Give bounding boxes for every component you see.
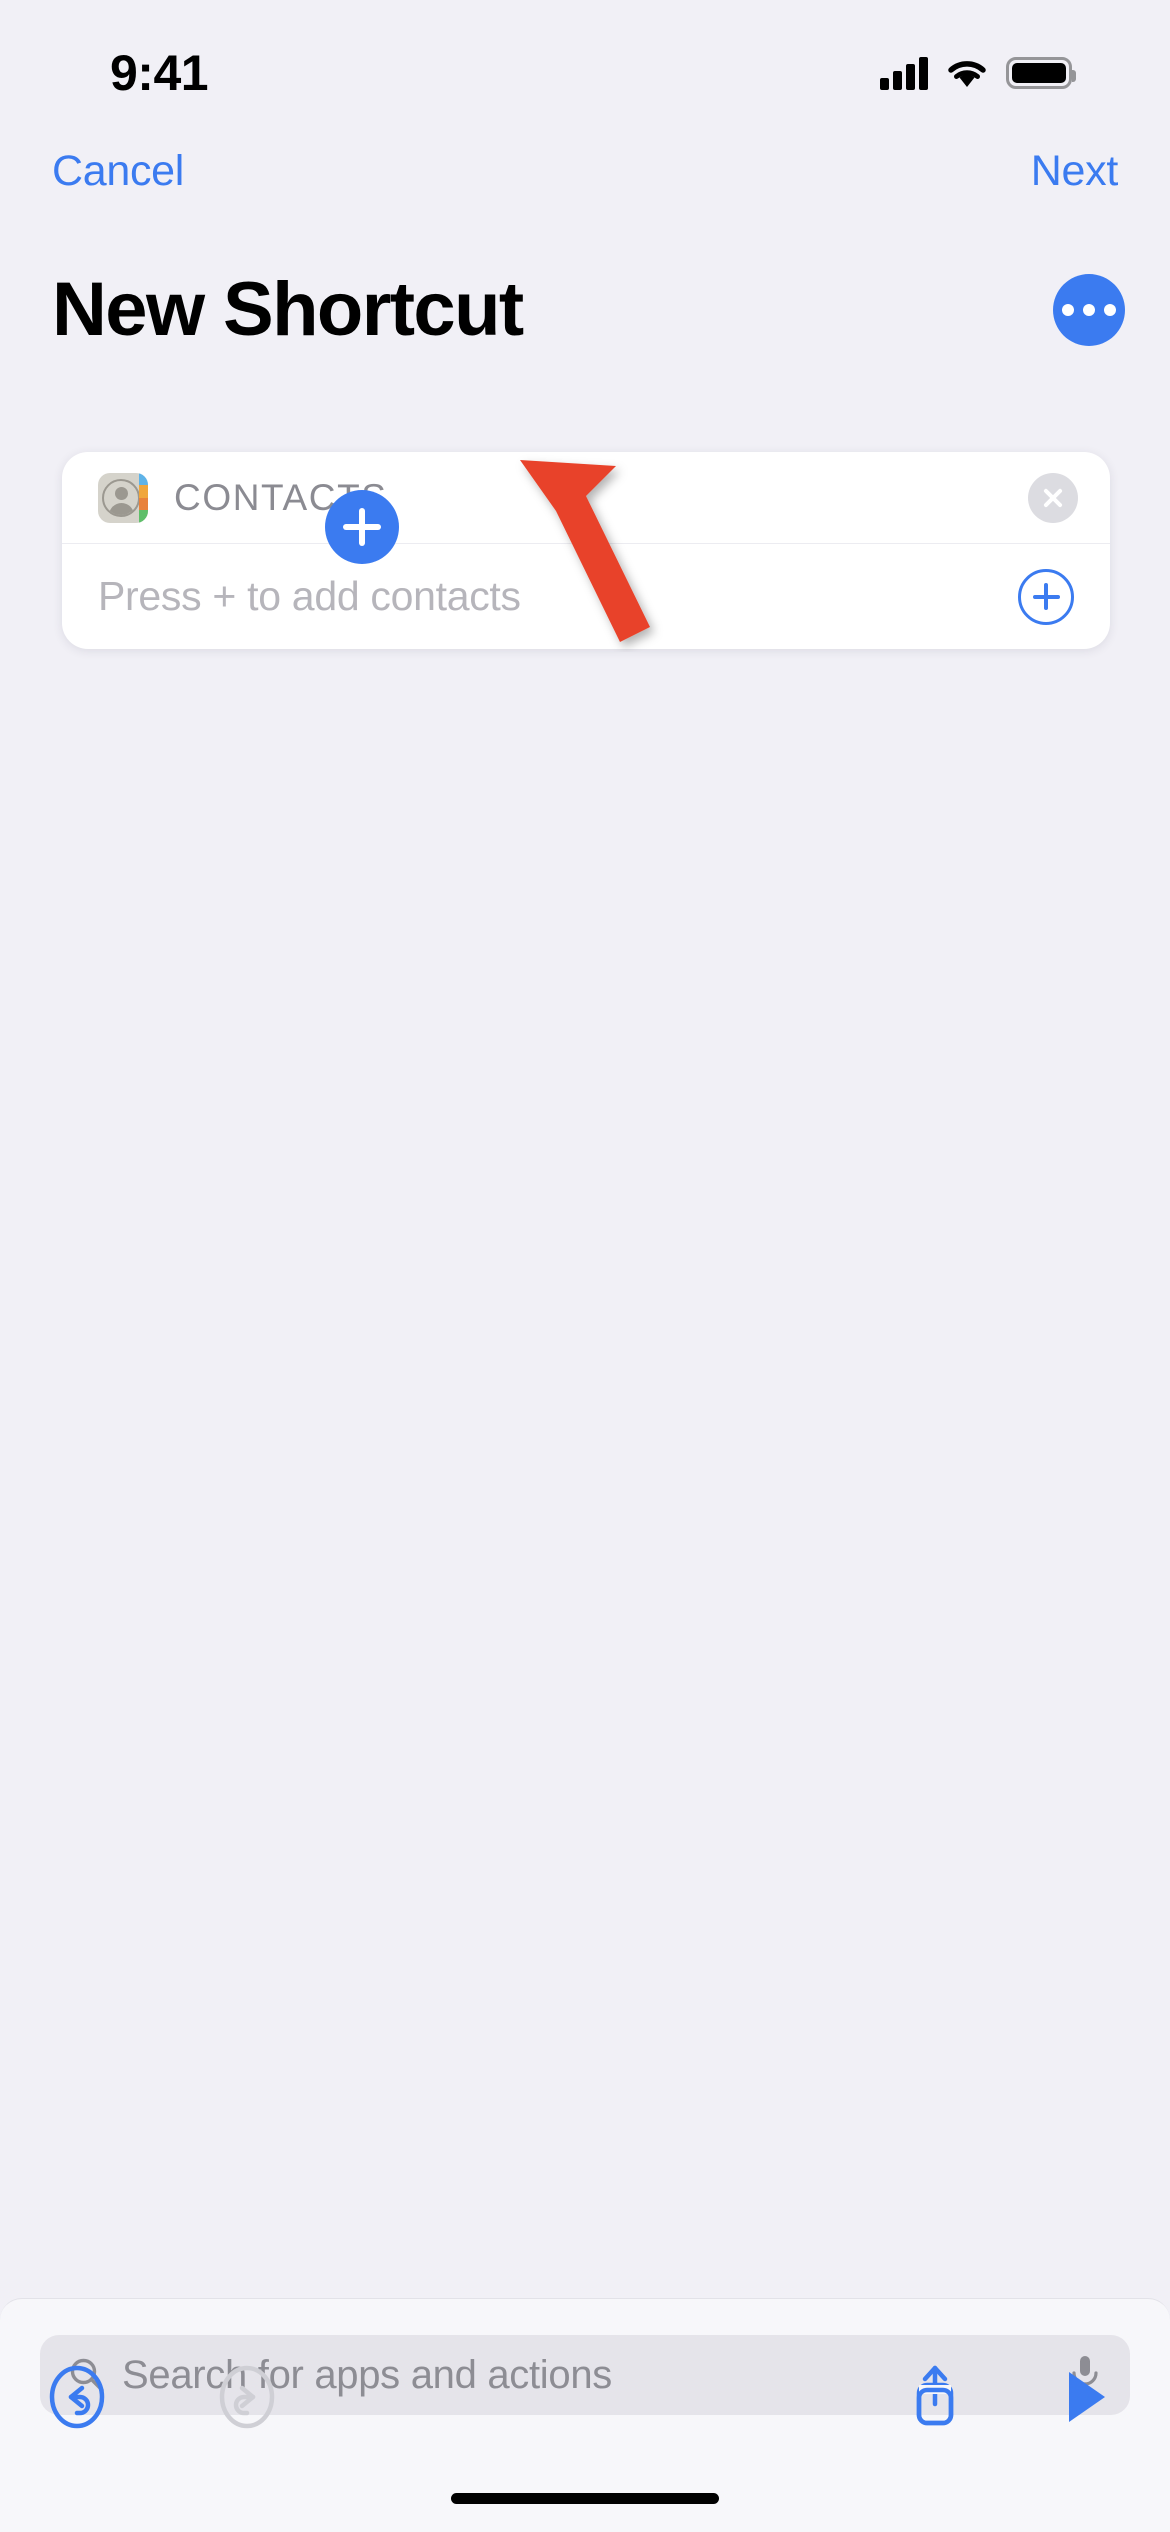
more-options-button[interactable]: [1053, 274, 1125, 346]
editor-toolbar: [0, 2352, 1170, 2442]
contacts-app-icon: [98, 472, 148, 523]
ellipsis-icon: [1104, 304, 1116, 316]
ellipsis-icon: [1083, 304, 1095, 316]
undo-button[interactable]: [22, 2364, 132, 2430]
cancel-button[interactable]: Cancel: [52, 147, 184, 196]
plus-circle-icon[interactable]: [1018, 568, 1074, 625]
title-row: New Shortcut: [0, 255, 1170, 365]
status-bar: 9:41: [0, 0, 1170, 132]
add-action-button[interactable]: [325, 490, 399, 564]
undo-icon: [49, 2365, 105, 2429]
battery-full-icon: [1006, 57, 1076, 89]
status-time: 9:41: [110, 45, 209, 101]
redo-icon: [219, 2365, 275, 2429]
home-indicator: [451, 2493, 719, 2504]
close-circle-icon[interactable]: [1028, 472, 1078, 523]
contacts-parameter-placeholder: Press + to add contacts: [98, 573, 521, 619]
navigation-bar: Cancel Next: [0, 132, 1170, 210]
wifi-icon: [948, 61, 986, 87]
ellipsis-icon: [1062, 304, 1074, 316]
redo-button: [192, 2364, 302, 2430]
status-indicators: [880, 56, 1076, 90]
share-icon: [916, 2365, 954, 2426]
share-button[interactable]: [880, 2360, 990, 2434]
action-card-contacts[interactable]: CONTACTS Press + to add contacts: [62, 452, 1110, 649]
page-title: New Shortcut: [52, 267, 524, 352]
play-icon: [1069, 2372, 1105, 2422]
cellular-signal-icon: [880, 56, 928, 90]
action-card-header: CONTACTS: [62, 452, 1110, 544]
action-card-parameter-row[interactable]: Press + to add contacts: [62, 544, 1110, 649]
next-button[interactable]: Next: [1031, 147, 1119, 196]
run-button[interactable]: [1030, 2364, 1140, 2430]
